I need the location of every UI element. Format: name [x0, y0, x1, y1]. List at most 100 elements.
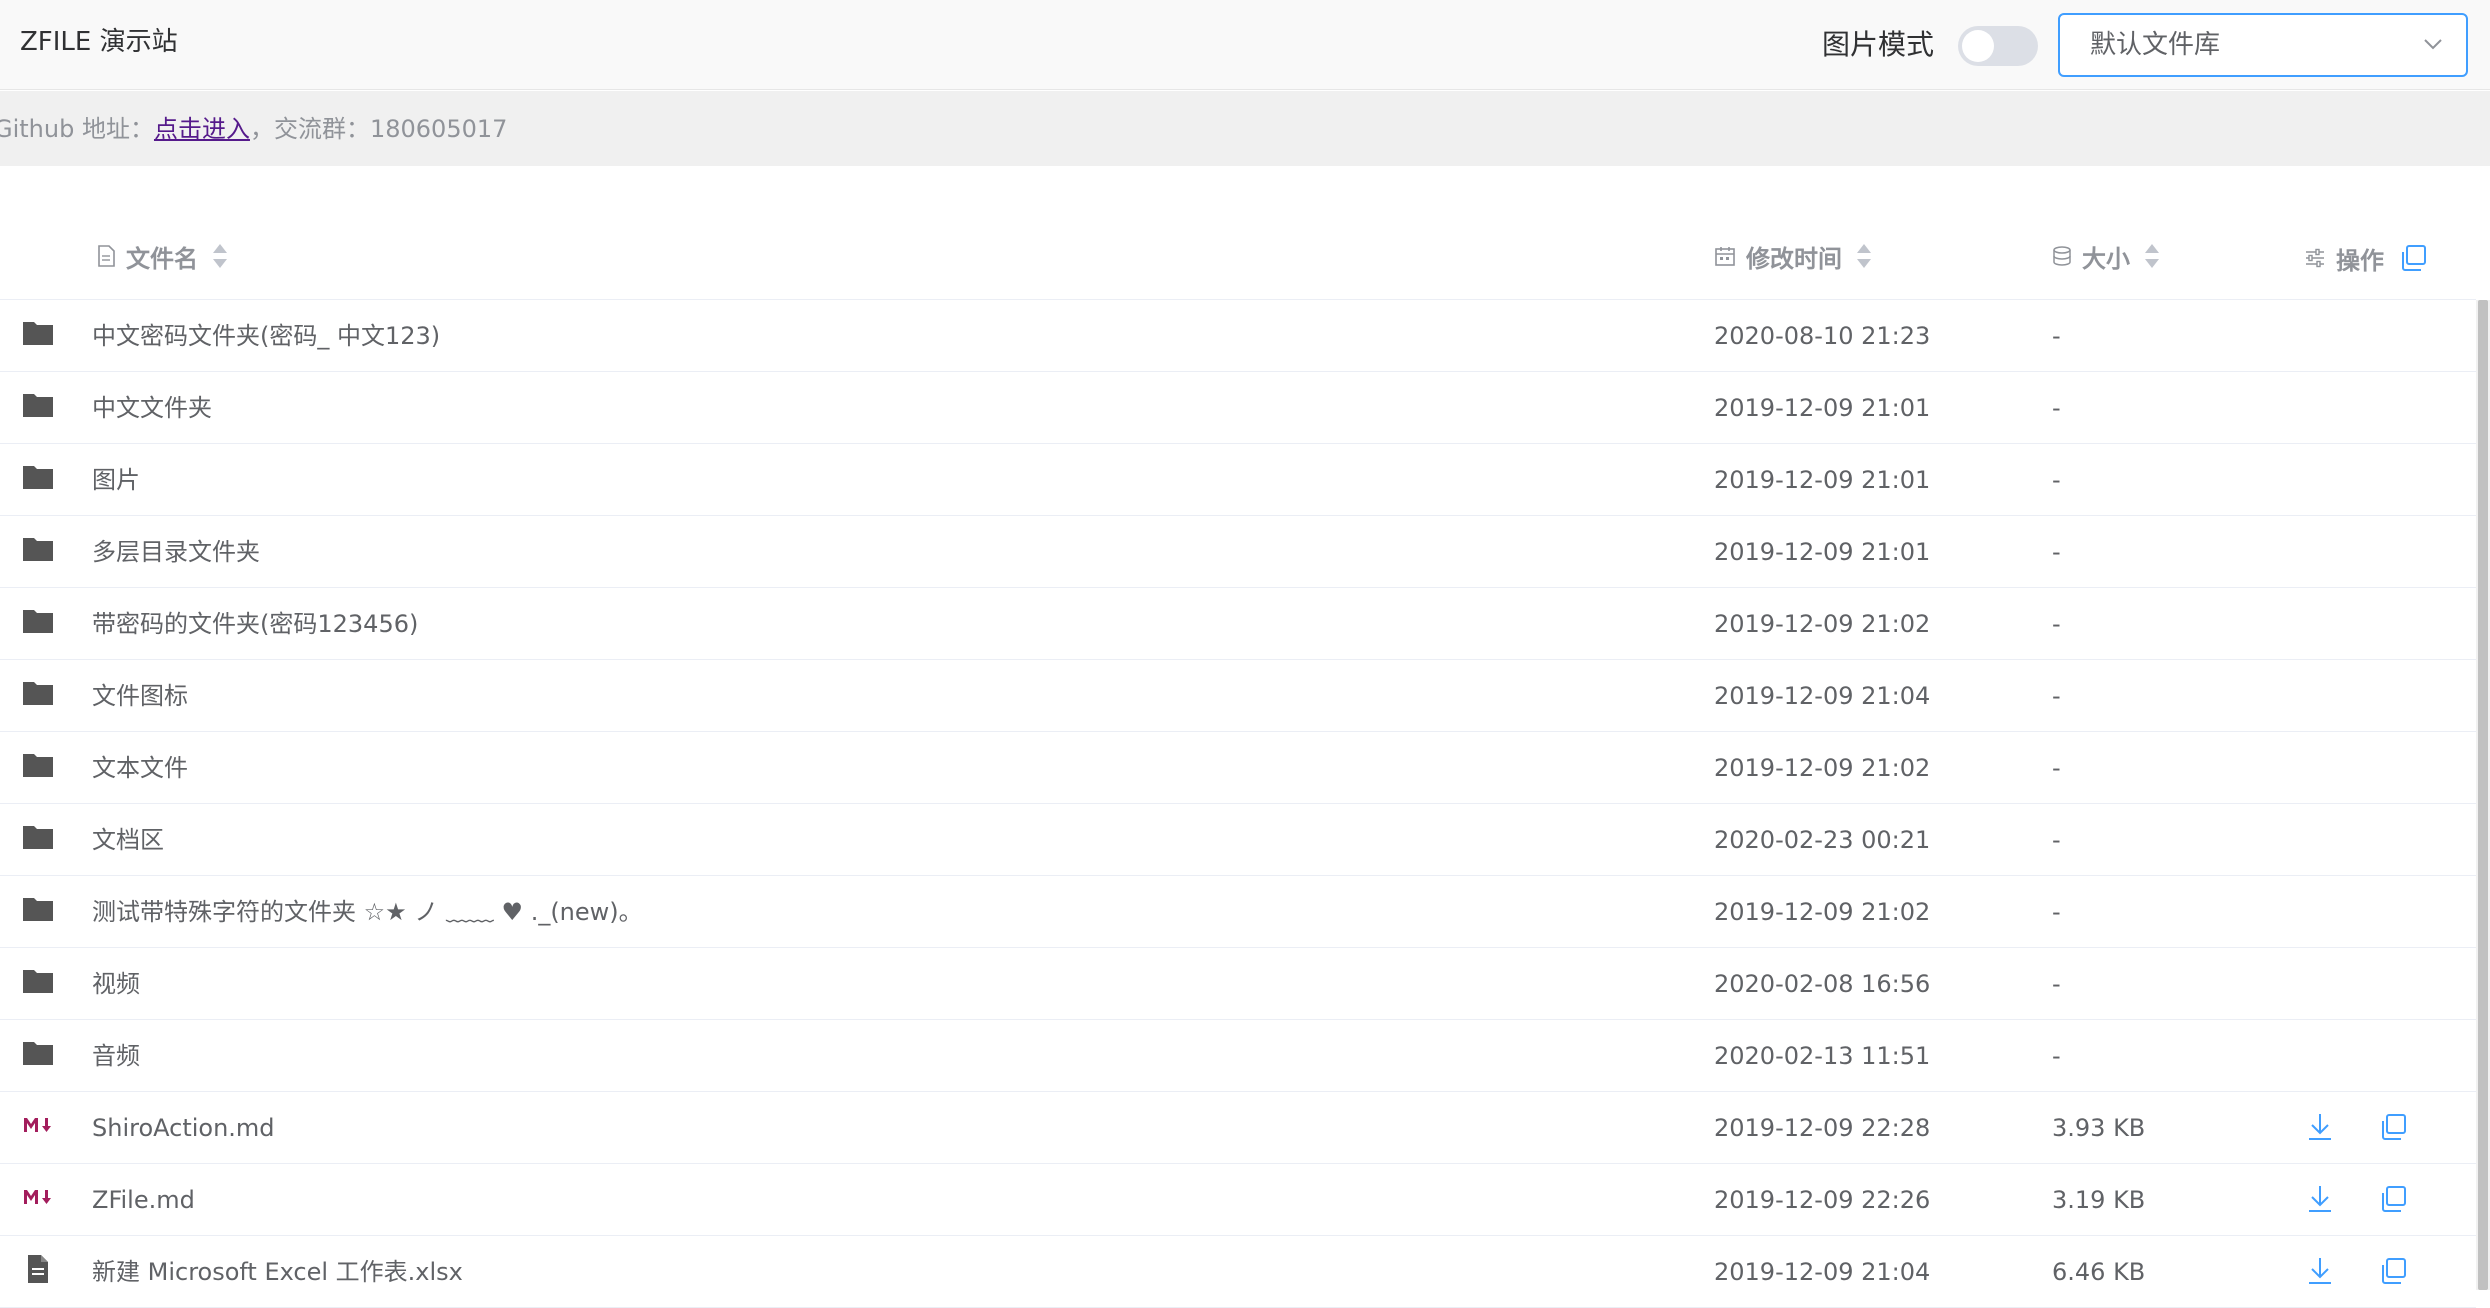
database-icon [2053, 246, 2071, 266]
sliders-icon [2306, 248, 2324, 268]
info-prefix: Github 地址： [0, 115, 154, 143]
file-modified-time: 2019-12-09 21:01 [1714, 466, 1931, 494]
file-size: - [2052, 538, 2061, 566]
table-row[interactable]: ZFile.md 2019-12-09 22:26 3.19 KB [0, 1164, 2476, 1236]
column-size-label: 大小 [2082, 244, 2130, 273]
table-row[interactable]: 中文文件夹 2019-12-09 21:01 - [0, 372, 2476, 444]
file-modified-time: 2019-12-09 22:28 [1714, 1114, 1931, 1142]
table-row[interactable]: 带密码的文件夹(密码123456) 2019-12-09 21:02 - [0, 588, 2476, 660]
info-text: Github 地址：点击进入，交流群：180605017 [0, 109, 507, 149]
scrollbar-thumb[interactable] [2478, 300, 2488, 1290]
file-size: - [2052, 466, 2061, 494]
download-icon[interactable] [2306, 1112, 2334, 1142]
file-name[interactable]: 测试带特殊字符的文件夹 ☆★ ノ ﹏﹏ ♥ ._(new)。 [92, 892, 643, 932]
folder-icon [23, 826, 53, 849]
folder-icon [23, 466, 53, 489]
table-row[interactable]: 文档区 2020-02-23 00:21 - [0, 804, 2476, 876]
file-name[interactable]: 中文文件夹 [92, 388, 212, 428]
column-header-name[interactable]: 文件名 [96, 236, 228, 276]
file-name[interactable]: 新建 Microsoft Excel 工作表.xlsx [92, 1252, 463, 1292]
column-header-time[interactable]: 修改时间 [1714, 236, 1872, 276]
document-icon [98, 245, 115, 267]
table-row[interactable]: 文件图标 2019-12-09 21:04 - [0, 660, 2476, 732]
file-size: - [2052, 322, 2061, 350]
file-modified-time: 2020-08-10 21:23 [1714, 322, 1931, 350]
file-size: - [2052, 682, 2061, 710]
file-size: - [2052, 394, 2061, 422]
folder-icon [23, 394, 53, 417]
github-link[interactable]: 点击进入 [154, 115, 250, 143]
file-modified-time: 2020-02-23 00:21 [1714, 826, 1931, 854]
table-row[interactable]: 中文密码文件夹(密码_ 中文123) 2020-08-10 21:23 - [0, 300, 2476, 372]
calendar-icon [1715, 247, 1735, 266]
file-name[interactable]: 多层目录文件夹 [92, 532, 260, 572]
file-modified-time: 2019-12-09 21:02 [1714, 898, 1931, 926]
file-modified-time: 2019-12-09 21:04 [1714, 1258, 1931, 1286]
file-size: 6.46 KB [2052, 1258, 2146, 1286]
markdown-icon [24, 1118, 51, 1132]
file-size: - [2052, 898, 2061, 926]
file-name[interactable]: 中文密码文件夹(密码_ 中文123) [92, 316, 440, 356]
table-row[interactable]: ShiroAction.md 2019-12-09 22:28 3.93 KB [0, 1092, 2476, 1164]
image-mode-label: 图片模式 [1822, 28, 1935, 61]
image-mode-toggle[interactable] [1958, 26, 2038, 66]
copy-icon[interactable] [2378, 1112, 2408, 1142]
file-size: - [2052, 826, 2061, 854]
folder-icon [23, 1042, 53, 1065]
file-name[interactable]: 文档区 [92, 820, 164, 860]
file-name[interactable]: 音频 [92, 1036, 140, 1076]
column-header-size[interactable]: 大小 [2052, 236, 2160, 276]
copy-icon[interactable] [2398, 243, 2428, 273]
file-size: 3.93 KB [2052, 1114, 2146, 1142]
file-name[interactable]: 图片 [92, 460, 140, 500]
copy-icon[interactable] [2378, 1184, 2408, 1214]
file-name[interactable]: 文件图标 [92, 676, 188, 716]
info-suffix: ，交流群：180605017 [249, 115, 508, 143]
table-header: 文件名 修改时间 大小 操作 [0, 220, 2476, 300]
sort-icon[interactable] [2144, 243, 2160, 269]
markdown-icon [24, 1190, 51, 1204]
storage-select-value: 默认文件库 [2090, 30, 2221, 60]
folder-icon [23, 898, 53, 921]
file-list: 中文密码文件夹(密码_ 中文123) 2020-08-10 21:23- 中文文件夹… [0, 300, 2476, 1308]
copy-icon[interactable] [2378, 1256, 2408, 1286]
table-row[interactable]: 图片 2019-12-09 21:01 - [0, 444, 2476, 516]
file-name[interactable]: 视频 [92, 964, 140, 1004]
info-bar: Github 地址：点击进入，交流群：180605017 [0, 91, 2490, 166]
sort-icon[interactable] [212, 243, 228, 269]
column-header-ops: 操作 [2304, 238, 2438, 278]
site-title: ZFILE 演示站 [20, 27, 178, 57]
storage-select[interactable]: 默认文件库 [2058, 13, 2468, 77]
top-header: ZFILE 演示站 图片模式 默认文件库 [0, 0, 2490, 90]
file-size: - [2052, 970, 2061, 998]
file-modified-time: 2019-12-09 21:04 [1714, 682, 1931, 710]
table-row[interactable]: 多层目录文件夹 2019-12-09 21:01 - [0, 516, 2476, 588]
chevron-down-icon [2424, 39, 2442, 50]
file-modified-time: 2019-12-09 21:01 [1714, 538, 1931, 566]
file-name[interactable]: ZFile.md [92, 1180, 195, 1220]
table-row[interactable]: 文本文件 2019-12-09 21:02 - [0, 732, 2476, 804]
file-name[interactable]: 带密码的文件夹(密码123456) [92, 604, 418, 644]
folder-icon [23, 610, 53, 633]
file-size: 3.19 KB [2052, 1186, 2146, 1214]
file-size: - [2052, 754, 2061, 782]
sort-icon[interactable] [1856, 243, 1872, 269]
table-row[interactable]: 测试带特殊字符的文件夹 ☆★ ノ ﹏﹏ ♥ ._(new)。 2019-12-09… [0, 876, 2476, 948]
download-icon[interactable] [2306, 1184, 2334, 1214]
document-icon [28, 1255, 48, 1283]
column-time-label: 修改时间 [1746, 244, 1842, 273]
table-row[interactable]: 视频 2020-02-08 16:56 - [0, 948, 2476, 1020]
download-icon[interactable] [2306, 1256, 2334, 1286]
folder-icon [23, 538, 53, 561]
file-name[interactable]: ShiroAction.md [92, 1108, 275, 1148]
folder-icon [23, 754, 53, 777]
column-name-label: 文件名 [126, 244, 198, 273]
file-name[interactable]: 文本文件 [92, 748, 188, 788]
file-size: - [2052, 1042, 2061, 1070]
folder-icon [23, 682, 53, 705]
file-modified-time: 2019-12-09 21:02 [1714, 754, 1931, 782]
file-size: - [2052, 610, 2061, 638]
table-row[interactable]: 音频 2020-02-13 11:51 - [0, 1020, 2476, 1092]
column-ops-label: 操作 [2336, 246, 2384, 275]
table-row[interactable]: 新建 Microsoft Excel 工作表.xlsx 2019-12-09 21… [0, 1236, 2476, 1308]
